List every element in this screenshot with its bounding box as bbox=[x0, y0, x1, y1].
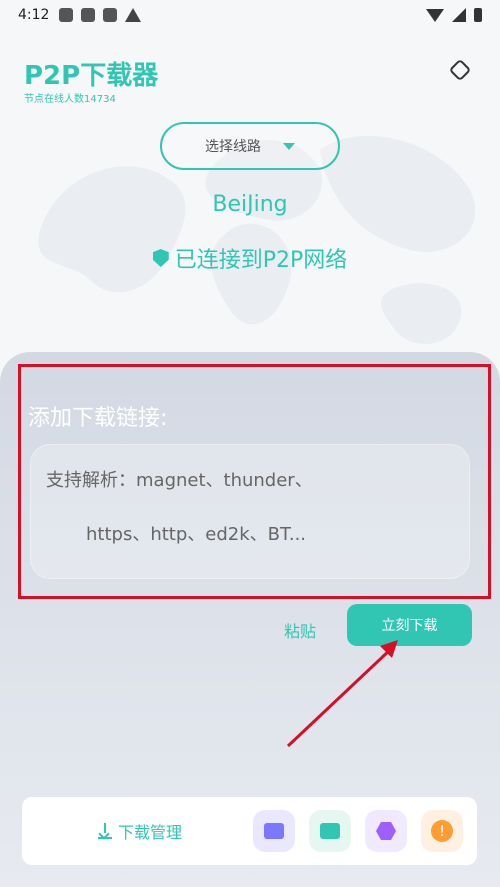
hexagon-icon bbox=[376, 822, 396, 840]
settings-icon[interactable] bbox=[448, 58, 472, 82]
app-title: P2P下载器 bbox=[24, 61, 159, 91]
location-label: BeiJing bbox=[212, 192, 288, 217]
add-link-title: 添加下载链接: bbox=[28, 406, 168, 431]
shield-check-icon bbox=[152, 249, 169, 267]
connection-status-text: 已连接到P2P网络 bbox=[174, 248, 348, 273]
connection-status: 已连接到P2P网络 bbox=[0, 242, 500, 274]
download-link-input[interactable] bbox=[30, 444, 470, 579]
battery-icon bbox=[474, 8, 482, 22]
notification-icon bbox=[59, 8, 74, 22]
folder-icon bbox=[264, 823, 284, 839]
alert-icon bbox=[125, 8, 142, 22]
download-manager-button[interactable]: 下载管理 bbox=[98, 819, 182, 843]
hexagon-button[interactable] bbox=[365, 810, 407, 852]
annotation-arrow bbox=[286, 640, 398, 748]
folder-button[interactable] bbox=[309, 810, 351, 852]
status-bar: 4:12 bbox=[0, 0, 500, 30]
chevron-down-icon bbox=[283, 142, 295, 150]
select-route-button[interactable]: 选择线路 bbox=[160, 122, 340, 170]
input-placeholder-line1: 支持解析：magnet、thunder、 bbox=[46, 470, 313, 491]
input-placeholder-line2: https、http、ed2k、BT... bbox=[86, 524, 307, 545]
download-icon bbox=[98, 823, 112, 839]
download-manager-label: 下载管理 bbox=[118, 823, 183, 842]
folder-download-button[interactable] bbox=[253, 810, 295, 852]
online-node-count: 节点在线人数14734 bbox=[24, 94, 116, 105]
folder-icon bbox=[320, 823, 340, 839]
status-time: 4:12 bbox=[18, 7, 50, 23]
notification-icon bbox=[103, 8, 118, 22]
bottom-bar: 下载管理 ! bbox=[22, 797, 477, 865]
warning-button[interactable]: ! bbox=[421, 810, 463, 852]
notification-icon bbox=[81, 8, 96, 22]
wifi-icon bbox=[426, 8, 444, 22]
route-label: 选择线路 bbox=[205, 139, 261, 155]
signal-icon bbox=[452, 8, 466, 22]
warning-icon: ! bbox=[431, 820, 453, 842]
